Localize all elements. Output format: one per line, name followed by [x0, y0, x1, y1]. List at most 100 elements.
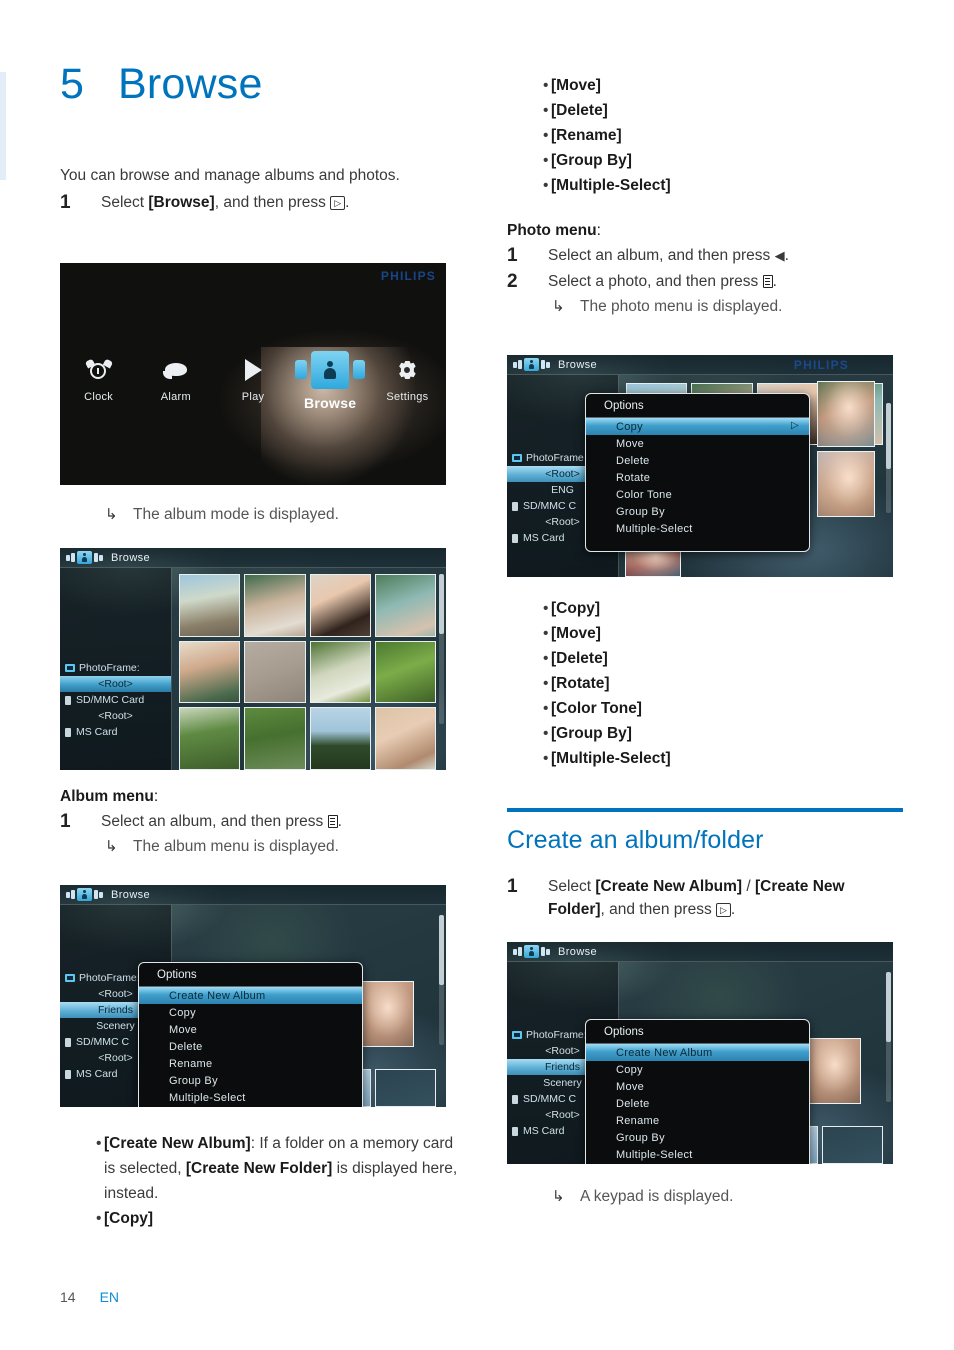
thumbnail[interactable]	[244, 707, 306, 770]
result-photo-menu: ↳ The photo menu is displayed.	[546, 295, 907, 318]
device-sidebar: PhotoFrame: <Root> SD/MMC Card <Root> MS…	[60, 568, 172, 770]
option-rename[interactable]: Rename	[139, 1055, 362, 1072]
option-multiple-select[interactable]: Multiple-Select	[586, 1146, 809, 1163]
sidebar-item-label: <Root>	[545, 1109, 580, 1121]
option-copy[interactable]: Copy	[139, 1004, 362, 1021]
screenshot-create-album: Browse PhotoFrame: <Root> Friends Scener…	[507, 942, 893, 1164]
thumbnail-photo[interactable]	[356, 981, 414, 1047]
option-color-tone[interactable]: Color Tone	[586, 486, 809, 503]
sidebar-item-ms-card[interactable]: MS Card	[60, 724, 171, 740]
result-arrow-icon: ↳	[552, 298, 565, 315]
sidebar-item-label: <Root>	[545, 516, 580, 528]
option-delete[interactable]: Delete	[139, 1038, 362, 1055]
option-rename[interactable]: Rename	[586, 1112, 809, 1129]
page-number: 14	[60, 1289, 76, 1305]
sidebar-item-label: <Root>	[545, 468, 580, 480]
scrollbar[interactable]	[886, 972, 891, 1102]
thumbnail-photo-right[interactable]	[817, 451, 875, 517]
bullet-text: [Move]	[551, 77, 601, 94]
thumbnail[interactable]	[179, 574, 241, 637]
step-number: 1	[507, 245, 518, 266]
option-multiple-select[interactable]: Multiple-Select	[586, 520, 809, 537]
section-title: Create an album/folder	[507, 826, 764, 854]
options-dialog: Options Create New Album Copy Move Delet…	[585, 1019, 810, 1164]
sidebar-item-root[interactable]: <Root>	[60, 676, 171, 692]
scrollbar[interactable]	[439, 574, 444, 724]
photoframe-icon	[512, 1031, 522, 1039]
bullet-dot: •	[96, 1135, 102, 1152]
home-item-label: Alarm	[160, 391, 191, 403]
option-move[interactable]: Move	[586, 435, 809, 452]
home-item-label: Clock	[84, 391, 114, 403]
list-item: • [Move]	[507, 621, 907, 646]
thumbnail-photo-right[interactable]	[817, 381, 875, 447]
sidebar-item-label: <Root>	[98, 1052, 133, 1064]
thumbnail[interactable]	[374, 574, 436, 637]
thumbnail[interactable]	[179, 640, 241, 704]
result-keypad: ↳ A keypad is displayed.	[546, 1185, 906, 1208]
thumbnail[interactable]	[309, 574, 371, 637]
scrollbar[interactable]	[886, 403, 891, 513]
home-item-browse[interactable]: Browse	[292, 351, 369, 411]
option-create-new-album[interactable]: Create New Album	[139, 987, 362, 1004]
home-item-settings[interactable]: Settings	[369, 353, 446, 411]
thumbnail[interactable]	[244, 640, 306, 704]
result-arrow-icon: ↳	[105, 506, 118, 523]
thumbnail[interactable]	[374, 1069, 436, 1107]
result-text: The album menu is displayed.	[133, 838, 339, 855]
home-item-play[interactable]: Play	[214, 353, 291, 411]
option-move[interactable]: Move	[586, 1078, 809, 1095]
sidebar-item-root-2[interactable]: <Root>	[60, 708, 171, 724]
option-copy[interactable]: Copy	[586, 1061, 809, 1078]
thumbnail[interactable]	[374, 707, 436, 770]
thumbnail[interactable]	[179, 707, 241, 770]
list-item: • [Copy]	[60, 1206, 460, 1231]
option-delete[interactable]: Delete	[586, 1095, 809, 1112]
option-move[interactable]: Move	[139, 1021, 362, 1038]
home-item-alarm[interactable]: Alarm	[137, 353, 214, 411]
bullet-dot: •	[543, 177, 549, 194]
option-create-new-album[interactable]: Create New Album	[586, 1044, 809, 1061]
sidebar-item-label: PhotoFrame:	[526, 1029, 587, 1041]
sidebar-item-label: <Root>	[98, 988, 133, 1000]
thumbnail[interactable]	[374, 640, 436, 704]
option-group-by[interactable]: Group By	[139, 1072, 362, 1089]
option-group-by[interactable]: Group By	[586, 1129, 809, 1146]
manual-page: 5 Browse You can browse and manage album…	[0, 0, 954, 1350]
card-icon	[512, 501, 518, 511]
screenshot-home-menu: PHILIPS Clock Alarm Play Browse Settings	[60, 263, 446, 485]
bullet-text: [Group By]	[551, 725, 632, 742]
sidebar-item-label: MS Card	[76, 726, 118, 738]
option-multiple-select[interactable]: Multiple-Select	[139, 1089, 362, 1106]
scrollbar[interactable]	[439, 915, 444, 1045]
option-delete[interactable]: Delete	[586, 452, 809, 469]
thumbnail[interactable]	[244, 574, 306, 637]
bullet-text: [Multiple-Select]	[551, 177, 671, 194]
options-dialog: Options Create New Album Copy Move Delet…	[138, 962, 363, 1107]
sidebar-item-sdmmc[interactable]: SD/MMC Card	[60, 692, 171, 708]
bullet-dot: •	[543, 750, 549, 767]
thumbnail[interactable]	[309, 707, 371, 770]
philips-logo: PHILIPS	[793, 358, 849, 372]
thumbnail[interactable]	[821, 1126, 883, 1164]
album-menu-heading: Album menu:	[60, 788, 159, 805]
sidebar-item-label: Scenery	[543, 1077, 582, 1089]
photo-menu-bullets: • [Copy] • [Move] • [Delete] • [Rotate] • [Co…	[507, 596, 907, 771]
option-label: Multiple-Select	[616, 522, 693, 535]
bullet-text: [Move]	[551, 625, 601, 642]
home-item-clock[interactable]: Clock	[60, 353, 137, 411]
sidebar-item-label: PhotoFrame:	[79, 662, 140, 674]
bullet-dot: •	[543, 77, 549, 94]
option-copy[interactable]: Copy ▷	[586, 418, 809, 435]
thumbnail-photo[interactable]	[803, 1038, 861, 1104]
chapter-number: 5	[60, 60, 85, 108]
sidebar-item-photoframe[interactable]: PhotoFrame:	[60, 660, 171, 676]
option-rotate[interactable]: Rotate	[586, 469, 809, 486]
thumbnail[interactable]	[309, 640, 371, 704]
card-icon	[65, 1069, 71, 1079]
sidebar-item-label: MS Card	[523, 1125, 565, 1137]
card-icon	[65, 695, 71, 705]
photo-menu-heading: Photo menu:	[507, 222, 601, 239]
option-group-by[interactable]: Group By	[586, 503, 809, 520]
option-label: Create New Album	[169, 989, 266, 1002]
